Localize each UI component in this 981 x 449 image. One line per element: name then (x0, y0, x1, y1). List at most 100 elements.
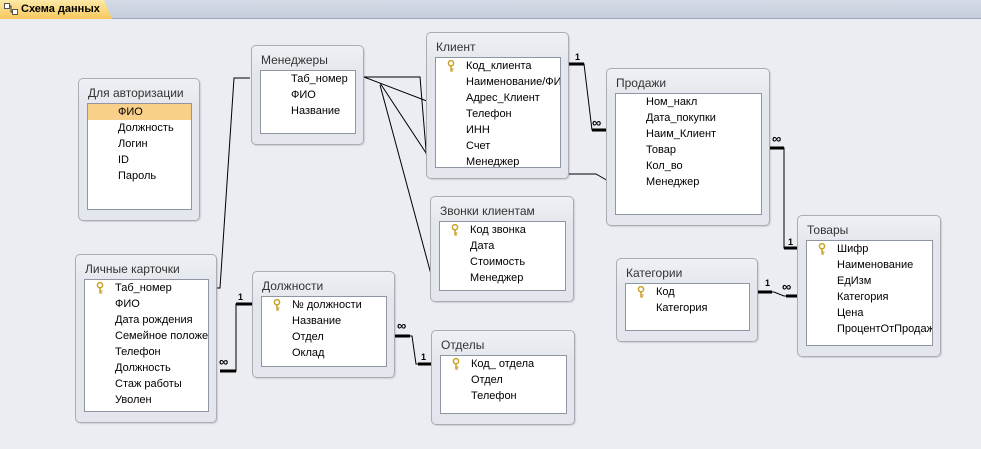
field-name: Стаж работы (115, 378, 182, 390)
field-list: Код_клиента Наименование/ФИО Адрес_Клиент Т… (435, 57, 561, 168)
table-field[interactable]: Наим_Клиент (616, 126, 761, 142)
table-field[interactable]: Отдел (262, 329, 386, 345)
primary-key-icon (818, 243, 826, 255)
table-field[interactable]: Телефон (85, 344, 208, 360)
field-name: Стоимость (470, 256, 526, 268)
field-name: Семейное положение (115, 330, 209, 342)
cardinality-many: ∞ (782, 279, 792, 294)
table-field[interactable]: Ном_накл (616, 94, 761, 110)
table-field[interactable]: Адрес_Клиент (436, 90, 560, 106)
table-field[interactable]: Счет (436, 138, 560, 154)
table-field[interactable]: ФИО (85, 296, 208, 312)
field-name: Дата рождения (115, 314, 193, 326)
document-tab-bar (0, 0, 981, 19)
table-title: Категории (626, 266, 683, 280)
table-field[interactable]: Название (261, 103, 355, 119)
field-name: Товар (646, 144, 676, 156)
field-name: Категория (837, 291, 889, 303)
table-title: Личные карточки (85, 262, 180, 276)
field-name: Должность (118, 122, 174, 134)
table-field[interactable]: Менеджер (616, 174, 761, 190)
field-name: Пароль (118, 170, 157, 182)
field-name: Цена (837, 307, 864, 319)
primary-key-icon (637, 286, 645, 298)
table-field[interactable]: Отдел (441, 372, 566, 388)
field-name: Дата_покупки (646, 112, 716, 124)
table-field[interactable]: Семейное положение (85, 328, 208, 344)
table-field[interactable]: Менеджер (436, 154, 560, 168)
table-field[interactable]: ПроцентОтПродаж (807, 321, 932, 337)
field-name: Код_ отдела (471, 358, 535, 370)
table-field[interactable]: ФИО (88, 104, 191, 120)
table-field[interactable]: № должности (262, 297, 386, 313)
table-sales[interactable]: Продажи Ном_накл Дата_покупки Наим_Клиент Т… (606, 68, 770, 226)
link-managers-client2 (379, 82, 433, 163)
field-name: Телефон (115, 346, 161, 358)
link-managers-calls (379, 84, 433, 279)
relationships-icon (4, 3, 18, 15)
table-client-calls[interactable]: Звонки клиентам Код звонка Дата Стоимость М… (430, 196, 574, 302)
table-field[interactable]: ФИО (261, 87, 355, 103)
field-name: ID (118, 154, 129, 166)
table-client[interactable]: Клиент Код_клиента Наименование/ФИО Адрес_… (426, 32, 569, 179)
field-name: Наим_Клиент (646, 128, 717, 140)
table-field[interactable]: Категория (807, 289, 932, 305)
table-field[interactable]: Должность (88, 120, 191, 136)
table-field[interactable]: Дата_покупки (616, 110, 761, 126)
field-name: Шифр (837, 243, 869, 255)
table-field[interactable]: Код (626, 284, 749, 300)
table-field[interactable]: Наименование (807, 257, 932, 273)
table-field[interactable]: Шифр (807, 241, 932, 257)
table-categories[interactable]: Категории Код Категория (616, 258, 758, 342)
table-field[interactable]: Телефон (436, 106, 560, 122)
field-name: Ном_накл (646, 96, 698, 108)
table-title: Продажи (616, 76, 667, 90)
table-departments[interactable]: Отделы Код_ отдела Отдел Телефон (431, 330, 575, 425)
table-field[interactable]: Наименование/ФИО (436, 74, 560, 90)
tab-relationships[interactable]: Схема данных (0, 0, 112, 19)
table-field[interactable]: Стоимость (440, 254, 565, 270)
table-field[interactable]: Код_клиента (436, 58, 560, 74)
table-goods[interactable]: Товары Шифр Наименование ЕдИзм Категория Цен… (797, 215, 941, 357)
primary-key-icon (96, 282, 104, 294)
table-auth[interactable]: Для авторизации ФИО Должность Логин ID Парол… (78, 78, 200, 221)
table-field[interactable]: Код_ отдела (441, 356, 566, 372)
table-field[interactable]: Кол_во (616, 158, 761, 174)
field-name: Таб_номер (291, 73, 348, 85)
field-list: Шифр Наименование ЕдИзм Категория Цена Процен… (806, 240, 933, 346)
table-field[interactable]: Оклад (262, 345, 386, 361)
table-field[interactable]: Категория (626, 300, 749, 316)
field-name: Телефон (471, 390, 517, 402)
table-field[interactable]: Таб_номер (261, 71, 355, 87)
field-name: Наименование (837, 259, 914, 271)
table-field[interactable]: Дата рождения (85, 312, 208, 328)
field-name: Категория (656, 302, 708, 314)
table-field[interactable]: Должность (85, 360, 208, 376)
table-field[interactable]: ЕдИзм (807, 273, 932, 289)
field-name: Менеджер (466, 156, 520, 168)
table-personal-cards[interactable]: Личные карточки Таб_номер ФИО Дата рождени… (75, 254, 217, 423)
field-name: № должности (292, 299, 362, 311)
table-field[interactable]: Уволен (85, 392, 208, 408)
table-field[interactable]: Название (262, 313, 386, 329)
table-field[interactable]: Код звонка (440, 222, 565, 238)
field-name: Адрес_Клиент (466, 92, 540, 104)
table-field[interactable]: Пароль (88, 168, 191, 184)
table-field[interactable]: Дата (440, 238, 565, 254)
cardinality-one: 1 (575, 52, 581, 62)
table-field[interactable]: ИНН (436, 122, 560, 138)
table-field[interactable]: Менеджер (440, 270, 565, 286)
table-field[interactable]: Таб_номер (85, 280, 208, 296)
table-positions[interactable]: Должности № должности Название Отдел Оклад (252, 271, 395, 378)
table-field[interactable]: Товар (616, 142, 761, 158)
table-field[interactable]: Телефон (441, 388, 566, 404)
table-field[interactable]: Логин (88, 136, 191, 152)
cardinality-many: ∞ (772, 131, 782, 146)
field-name: ИНН (466, 124, 490, 136)
table-field[interactable]: Стаж работы (85, 376, 208, 392)
table-managers[interactable]: Менеджеры Таб_номер ФИО Название (251, 45, 364, 145)
table-field[interactable]: ID (88, 152, 191, 168)
table-title: Звонки клиентам (440, 204, 535, 218)
table-field[interactable]: Цена (807, 305, 932, 321)
primary-key-icon (451, 224, 459, 236)
